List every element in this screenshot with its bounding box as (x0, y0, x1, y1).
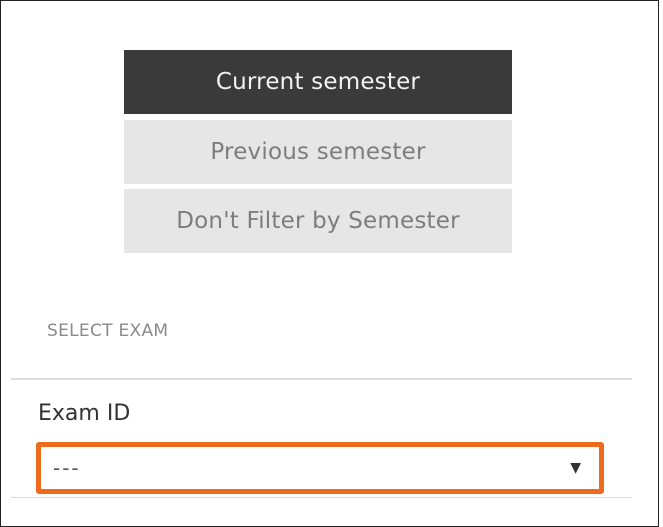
bottom-divider (11, 497, 632, 498)
right-margin (659, 0, 663, 527)
exam-id-selected-value: --- (53, 456, 81, 480)
right-border (658, 0, 659, 527)
previous-semester-button[interactable]: Previous semester (124, 120, 512, 184)
panel-frame: Current semester Previous semester Don't… (0, 0, 663, 527)
caret-down-icon[interactable]: ▼ (570, 460, 581, 476)
select-exam-heading: SELECT EXAM (47, 321, 169, 341)
section-divider (11, 378, 632, 380)
current-semester-button[interactable]: Current semester (124, 50, 512, 114)
no-semester-filter-button[interactable]: Don't Filter by Semester (124, 189, 512, 253)
exam-id-select[interactable]: --- ▼ (36, 442, 604, 494)
exam-id-label: Exam ID (38, 401, 131, 426)
